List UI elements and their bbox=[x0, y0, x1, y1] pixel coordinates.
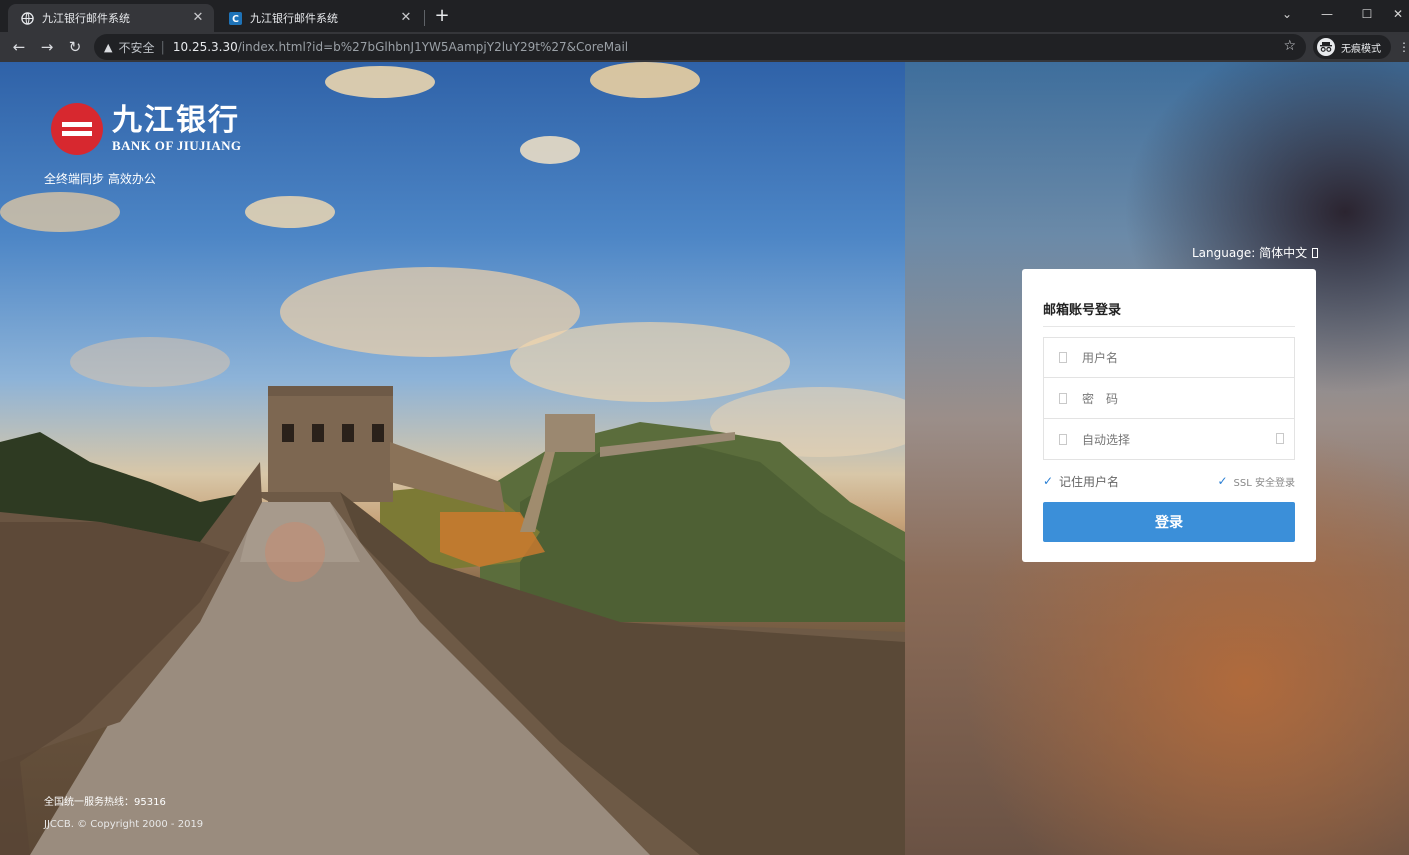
bank-name-en: BANK OF JIUJIANG bbox=[112, 138, 242, 153]
close-window-button[interactable]: ✕ bbox=[1387, 0, 1409, 28]
chevron-down-icon bbox=[1276, 433, 1284, 444]
checkmark-icon: ✓ bbox=[1043, 474, 1054, 488]
lock-icon bbox=[1059, 392, 1067, 404]
checkmark-icon: ✓ bbox=[1217, 474, 1228, 488]
domain-select[interactable]: 自动选择 bbox=[1043, 419, 1295, 460]
service-hotline: 全国统一服务热线：95316 bbox=[44, 797, 166, 808]
bookmark-star-icon[interactable]: ☆ bbox=[1283, 38, 1296, 54]
svg-text:C: C bbox=[232, 14, 239, 25]
username-placeholder: 用户名 bbox=[1082, 351, 1119, 365]
globe-icon bbox=[20, 11, 34, 25]
domain-select-value: 自动选择 bbox=[1082, 432, 1131, 447]
maximize-button[interactable]: ☐ bbox=[1347, 0, 1387, 28]
tab-search-chevron-icon[interactable]: ⌄ bbox=[1267, 0, 1307, 28]
browser-menu-icon[interactable]: ⋮ bbox=[1398, 40, 1409, 54]
bank-name-cn: 九江银行 bbox=[112, 103, 240, 138]
tab-separator bbox=[424, 10, 425, 26]
address-bar[interactable]: ▲ 不安全 | 10.25.3.30 /index.html?id=b%27bG… bbox=[94, 34, 1306, 60]
close-tab-icon[interactable]: ✕ bbox=[190, 10, 206, 26]
login-title: 邮箱账号登录 bbox=[1043, 299, 1295, 327]
url-host: 10.25.3.30 bbox=[172, 40, 238, 54]
ssl-login-label: SSL 安全登录 bbox=[1233, 477, 1295, 489]
bank-emblem-icon bbox=[51, 103, 103, 155]
ssl-login-checkbox[interactable]: ✓ SSL 安全登录 bbox=[1218, 474, 1295, 489]
great-wall-hero-image: 九江银行 BANK OF JIUJIANG 全终端同步 高效办公 全国统一服务热… bbox=[0, 62, 905, 855]
incognito-label: 无痕模式 bbox=[1341, 43, 1381, 55]
new-tab-button[interactable]: + bbox=[432, 6, 452, 26]
incognito-icon bbox=[1317, 38, 1335, 56]
coremail-c-icon: C bbox=[228, 11, 242, 25]
language-current: 简体中文 bbox=[1259, 246, 1308, 260]
slogan: 全终端同步 高效办公 bbox=[44, 172, 156, 186]
username-field[interactable]: 用户名 bbox=[1043, 337, 1295, 378]
login-page: 九江银行 BANK OF JIUJIANG 全终端同步 高效办公 全国统一服务热… bbox=[0, 62, 1409, 855]
incognito-indicator[interactable]: 无痕模式 bbox=[1313, 35, 1391, 59]
language-selector[interactable]: Language: 简体中文 bbox=[1192, 244, 1319, 261]
server-icon bbox=[1059, 433, 1067, 445]
password-field[interactable]: 密 码 bbox=[1043, 378, 1295, 419]
minimize-button[interactable]: — bbox=[1307, 0, 1347, 28]
back-arrow-icon[interactable]: ← bbox=[8, 36, 30, 58]
url-path: /index.html?id=b%27bGlhbnJ1YW5AampjY2luY… bbox=[237, 40, 629, 54]
remember-username-checkbox[interactable]: ✓ 记住用户名 bbox=[1043, 473, 1119, 490]
reload-icon[interactable]: ↻ bbox=[64, 36, 86, 58]
browser-toolbar: ← → ↻ ▲ 不安全 | 10.25.3.30 /index.html?id=… bbox=[0, 32, 1409, 62]
login-button[interactable]: 登录 bbox=[1043, 502, 1295, 542]
password-placeholder: 密 码 bbox=[1082, 391, 1119, 406]
login-card: 邮箱账号登录 用户名 密 码 自动选择 ✓ 记住用户名 ✓ SSL 安全登录 登… bbox=[1022, 269, 1316, 562]
user-icon bbox=[1059, 352, 1067, 363]
security-status[interactable]: 不安全 bbox=[118, 39, 154, 56]
language-dropdown-icon bbox=[1312, 248, 1319, 258]
tab-title: 九江银行邮件系统 bbox=[42, 12, 130, 25]
close-tab-icon[interactable]: ✕ bbox=[398, 10, 414, 26]
address-divider: | bbox=[160, 39, 165, 55]
tab-title: 九江银行邮件系统 bbox=[250, 12, 338, 25]
copyright-notice: JJCCB. © Copyright 2000 - 2019 bbox=[44, 819, 204, 830]
forward-arrow-icon[interactable]: → bbox=[36, 36, 58, 58]
warning-triangle-icon[interactable]: ▲ bbox=[104, 41, 112, 54]
language-label: Language: bbox=[1192, 246, 1256, 260]
browser-tab-active[interactable]: 九江银行邮件系统 ✕ bbox=[8, 4, 214, 32]
browser-tab-strip: 九江银行邮件系统 ✕ C 九江银行邮件系统 ✕ + ⌄ — ☐ ✕ bbox=[0, 0, 1409, 32]
bank-logo: 九江银行 BANK OF JIUJIANG bbox=[50, 102, 241, 156]
browser-tab-inactive[interactable]: C 九江银行邮件系统 ✕ bbox=[216, 4, 422, 32]
remember-username-label: 记住用户名 bbox=[1059, 474, 1120, 489]
